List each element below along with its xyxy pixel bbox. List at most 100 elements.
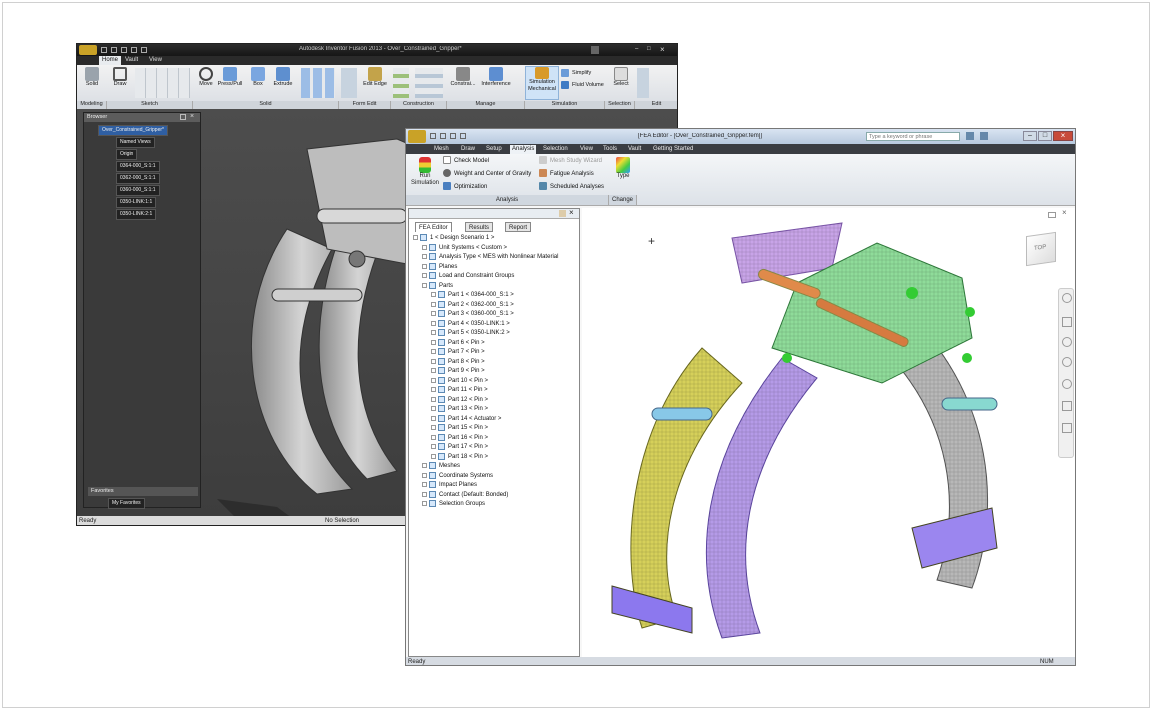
viewcube[interactable]: TOP (1026, 231, 1056, 267)
new-icon[interactable] (430, 133, 436, 139)
move-button[interactable]: Move (195, 67, 217, 87)
expand-toggle-icon[interactable] (431, 368, 436, 373)
tab-selection[interactable]: Selection (543, 145, 568, 154)
tree-item[interactable]: Parts (422, 281, 453, 291)
sketch-tools-icon[interactable] (135, 68, 190, 98)
browser-root[interactable]: Over_Constrained_Gripper* (98, 125, 168, 136)
construction-tools-icon[interactable] (393, 68, 409, 98)
open-icon[interactable] (111, 47, 117, 53)
pan-icon[interactable] (1062, 317, 1072, 327)
tree-item-part[interactable]: Part 2 < 0362-000_S:1 > (431, 300, 514, 310)
solid-button[interactable]: Solid (81, 67, 103, 87)
expand-toggle-icon[interactable] (431, 320, 436, 326)
tree-item[interactable]: Selection Groups (422, 500, 485, 509)
tree-item-part[interactable]: Part 8 < Pin > (431, 357, 485, 367)
tab-fea-editor[interactable]: FEA Editor (415, 222, 452, 232)
tree-item[interactable]: Contact (Default: Bonded) (422, 490, 508, 500)
mesh-study-button[interactable]: Mesh Study Wizard (539, 156, 602, 167)
browser-close-icon[interactable]: × (190, 113, 194, 120)
browser-item-named-views[interactable]: Named Views (116, 137, 155, 148)
fluid-volume-button[interactable]: Fluid Volume (561, 80, 604, 91)
expand-toggle-icon[interactable] (422, 472, 427, 478)
undo-icon[interactable] (460, 133, 466, 139)
tree-item[interactable]: Planes (422, 262, 457, 272)
browser-item-origin[interactable]: Origin (116, 149, 138, 160)
new-icon[interactable] (101, 47, 107, 53)
construction-more-icon[interactable] (415, 68, 443, 98)
tree-item-part[interactable]: Part 17 < Pin > (431, 443, 488, 452)
constrain-button[interactable]: Constrai... (449, 67, 477, 87)
expand-toggle-icon[interactable] (431, 415, 436, 421)
save-icon[interactable] (121, 47, 127, 53)
solid-tools-icon[interactable] (301, 68, 335, 98)
search-icon[interactable] (966, 132, 974, 140)
expand-toggle-icon[interactable] (422, 482, 427, 487)
select-button[interactable]: Select (609, 67, 633, 87)
app-logo-icon[interactable] (79, 45, 97, 55)
expand-toggle-icon[interactable] (431, 387, 436, 392)
expand-toggle-icon[interactable] (422, 491, 427, 497)
tab-results[interactable]: Results (465, 222, 494, 232)
favorites-header[interactable]: Favorites (88, 487, 198, 496)
tree-item-part[interactable]: Part 14 < Actuator > (431, 414, 501, 424)
expand-toggle-icon[interactable] (431, 292, 436, 297)
run-simulation-button[interactable]: Run Simulation (409, 157, 441, 187)
check-model-button[interactable]: Check Model (443, 156, 489, 167)
tab-report[interactable]: Report (505, 222, 532, 232)
browser-options-icon[interactable] (180, 114, 186, 120)
expand-toggle-icon[interactable] (431, 330, 436, 335)
expand-toggle-icon[interactable] (422, 263, 427, 269)
type-button[interactable]: Type (613, 157, 633, 179)
expand-toggle-icon[interactable] (431, 396, 436, 402)
optimization-button[interactable]: Optimization (443, 182, 487, 193)
fatigue-analysis-button[interactable]: Fatigue Analysis (539, 169, 594, 180)
scheduled-analyses-button[interactable]: Scheduled Analyses (539, 182, 604, 193)
box-button[interactable]: Box (247, 67, 269, 87)
browser-item-part[interactable]: 0362-000_S:1:1 (116, 173, 160, 184)
tab-setup[interactable]: Setup (486, 145, 502, 154)
tree-item-part[interactable]: Part 9 < Pin > (431, 367, 485, 376)
help-icon[interactable] (980, 132, 988, 140)
tree-item-part[interactable]: Part 7 < Pin > (431, 348, 485, 357)
simplify-button[interactable]: Simplify (561, 68, 591, 79)
browser-item-part[interactable]: 0360-000_S:1:1 (116, 185, 160, 196)
close-button[interactable]: × (1053, 131, 1073, 141)
expand-toggle-icon[interactable] (431, 425, 436, 430)
fea-app-logo-icon[interactable] (408, 130, 426, 143)
expand-toggle-icon[interactable] (431, 349, 436, 354)
redo-icon[interactable] (141, 47, 147, 53)
save-icon[interactable] (450, 133, 456, 139)
maximize-button[interactable]: □ (1038, 131, 1052, 141)
press-pull-button[interactable]: Press/Pull (215, 67, 245, 87)
tree-item[interactable]: Unit Systems < Custom > (422, 243, 507, 253)
tree-item-part[interactable]: Part 12 < Pin > (431, 395, 488, 405)
help-icon[interactable] (591, 46, 599, 54)
interference-button[interactable]: Interference (479, 67, 513, 87)
open-icon[interactable] (440, 133, 446, 139)
browser-item-part[interactable]: 0350-LINK:1:1 (116, 197, 157, 208)
tree-item-part[interactable]: Part 13 < Pin > (431, 405, 488, 414)
show-motion-icon[interactable] (1062, 423, 1072, 433)
panel-pin-icon[interactable] (559, 210, 566, 217)
tab-analysis[interactable]: Analysis (510, 145, 537, 154)
minimize-button[interactable]: – (635, 46, 638, 52)
tree-item-part[interactable]: Part 15 < Pin > (431, 424, 488, 433)
tab-mesh[interactable]: Mesh (434, 145, 449, 154)
browser-item-part[interactable]: 0364-000_S:1:1 (116, 161, 160, 172)
tab-vault[interactable]: Vault (628, 145, 641, 154)
browser-item-part[interactable]: 0350-LINK:2:1 (116, 209, 157, 220)
tree-item-part[interactable]: Part 11 < Pin > (431, 386, 488, 395)
expand-toggle-icon[interactable] (422, 244, 427, 250)
fea-viewport[interactable]: × + TOP (582, 208, 1075, 657)
tree-item-part[interactable]: Part 10 < Pin > (431, 376, 488, 386)
edit-edge-button[interactable]: Edit Edge (361, 67, 389, 87)
edit-tools-icon[interactable] (637, 68, 649, 98)
tree-item[interactable]: Coordinate Systems (422, 471, 493, 481)
expand-toggle-icon[interactable] (431, 406, 436, 411)
tab-home[interactable]: Home (99, 56, 122, 65)
expand-toggle-icon[interactable] (422, 254, 427, 259)
expand-toggle-icon[interactable] (431, 453, 436, 459)
steering-wheel-icon[interactable] (1062, 293, 1072, 303)
tree-item[interactable]: Analysis Type < MES with Nonlinear Mater… (422, 253, 558, 262)
tree-item-part[interactable]: Part 6 < Pin > (431, 338, 485, 348)
